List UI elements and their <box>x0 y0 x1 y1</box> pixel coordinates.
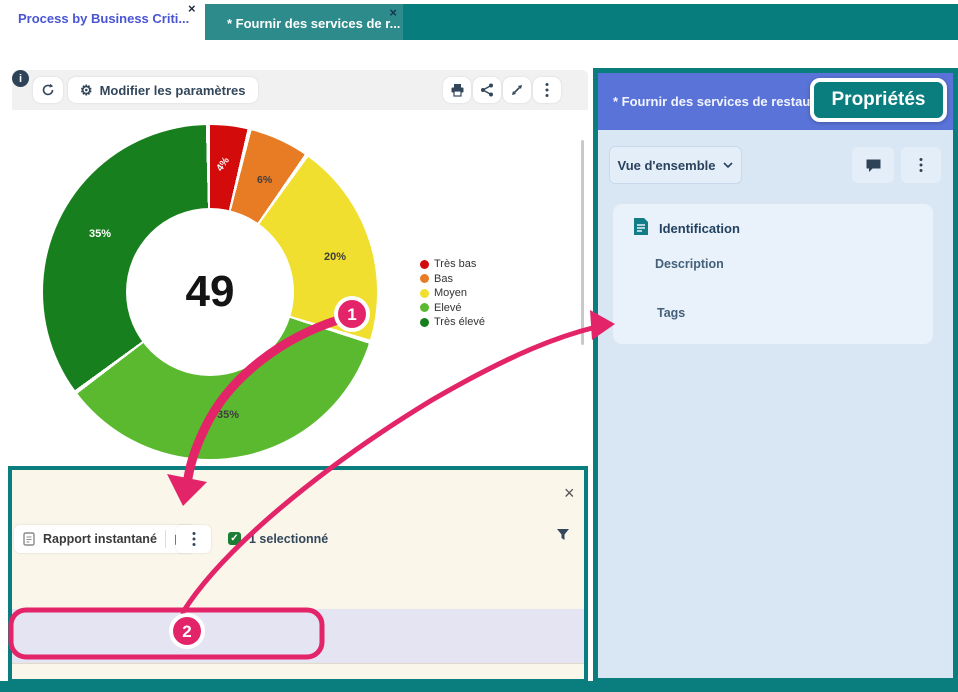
tab-fournir-des-services[interactable]: * Fournir des services de r... × <box>205 4 403 40</box>
legend-item: Elevé <box>420 301 485 316</box>
view-selector-label: Vue d'ensemble <box>618 158 716 173</box>
instant-report-label: Rapport instantané <box>43 532 157 546</box>
report-document-icon <box>23 532 35 546</box>
tab-process-by-business-criticality[interactable]: Process by Business Criti... <box>18 11 189 26</box>
panel-close-icon[interactable]: × <box>564 483 575 504</box>
print-button[interactable] <box>443 77 471 103</box>
app-root: Process by Business Criti... × * Fournir… <box>0 0 958 692</box>
legend-label: Très élevé <box>434 316 485 328</box>
filter-icon[interactable] <box>556 528 570 541</box>
table-row-achat-a-long-terme[interactable]: Achat à long terme PRESALES (EN) ::Proce… <box>12 663 584 683</box>
identification-document-icon <box>633 217 649 236</box>
tab2-close-icon[interactable]: × <box>389 5 397 20</box>
gear-icon: ⚙ <box>80 82 93 99</box>
tab-strip-background <box>403 4 958 40</box>
legend-item: Bas <box>420 272 485 287</box>
legend-dot-bas <box>420 274 429 283</box>
process-list-panel: × Rapport instantané ✓ 1 selectionné <box>8 466 588 683</box>
selected-count-label: 1 selectionné <box>249 532 328 546</box>
button-divider <box>165 530 166 548</box>
table-row-fournir-des-services[interactable]: ✓ * Fournir des serv ... <box>12 609 584 663</box>
properties-title: * Fournir des services de restaurat <box>613 94 813 109</box>
proprietes-callout-badge: Propriétés <box>810 78 947 122</box>
identification-section-title[interactable]: Identification <box>659 221 740 236</box>
properties-panel: * Fournir des services de restaurat Prop… <box>593 68 958 683</box>
legend-label: Moyen <box>434 287 467 299</box>
expand-icon <box>510 83 524 97</box>
comment-bubble-icon <box>865 158 882 173</box>
expand-button[interactable] <box>503 77 531 103</box>
slice-label-tres-eleve: 35% <box>89 228 111 240</box>
share-icon <box>480 83 494 97</box>
modify-parameters-button[interactable]: ⚙ Modifier les paramètres <box>68 77 258 103</box>
modify-parameters-label: Modifier les paramètres <box>100 83 246 98</box>
legend-item: Très bas <box>420 257 485 272</box>
refresh-icon <box>41 83 55 97</box>
kebab-icon <box>919 157 923 173</box>
tags-field-label[interactable]: Tags <box>657 306 685 320</box>
legend-label: Bas <box>434 273 453 285</box>
info-icon[interactable]: i <box>12 70 29 87</box>
legend-item: Moyen <box>420 286 485 301</box>
share-button[interactable] <box>473 77 501 103</box>
kebab-icon <box>192 531 196 547</box>
instant-report-button[interactable]: Rapport instantané <box>14 525 196 553</box>
comments-button[interactable] <box>852 147 894 183</box>
table-header-row: Nom Local ↑ Nom <box>12 577 584 610</box>
slice-label-moyen: 20% <box>324 251 346 263</box>
print-icon <box>450 83 465 97</box>
description-field-label[interactable]: Description <box>655 257 724 271</box>
properties-kebab-menu-button[interactable] <box>901 147 941 183</box>
identification-card: Identification Description Tags <box>612 203 934 345</box>
selection-summary-checkbox[interactable]: ✓ <box>228 532 241 545</box>
legend-label: Elevé <box>434 302 462 314</box>
legend-dot-tres-eleve <box>420 318 429 327</box>
chart-panel: ⚙ Modifier les paramètres i <box>12 68 588 462</box>
slice-label-bas: 6% <box>257 174 272 186</box>
chart-legend: Très bas Bas Moyen Elevé Très élevé <box>420 257 485 330</box>
chart-toolbar: ⚙ Modifier les paramètres i <box>12 70 588 110</box>
vertical-scrollbar[interactable] <box>581 140 584 345</box>
legend-dot-moyen <box>420 289 429 298</box>
kebab-icon <box>545 82 549 98</box>
legend-item: Très élevé <box>420 315 485 330</box>
legend-dot-eleve <box>420 303 429 312</box>
chevron-down-icon <box>723 162 733 168</box>
refresh-button[interactable] <box>33 77 63 103</box>
tab1-close-icon[interactable]: × <box>188 1 196 16</box>
slice-label-eleve: 35% <box>217 409 239 421</box>
donut-chart-area: 49 4% 6% 20% 35% 35% <box>43 125 377 459</box>
legend-dot-tres-bas <box>420 260 429 269</box>
donut-hole: 49 <box>126 208 294 376</box>
view-selector-dropdown[interactable]: Vue d'ensemble <box>609 146 742 184</box>
tab2-label: * Fournir des services de r... <box>227 16 400 31</box>
legend-label: Très bas <box>434 258 476 270</box>
chart-kebab-menu-button[interactable] <box>533 77 561 103</box>
donut-center-total: 49 <box>186 267 235 317</box>
list-kebab-menu-button[interactable] <box>176 525 211 553</box>
